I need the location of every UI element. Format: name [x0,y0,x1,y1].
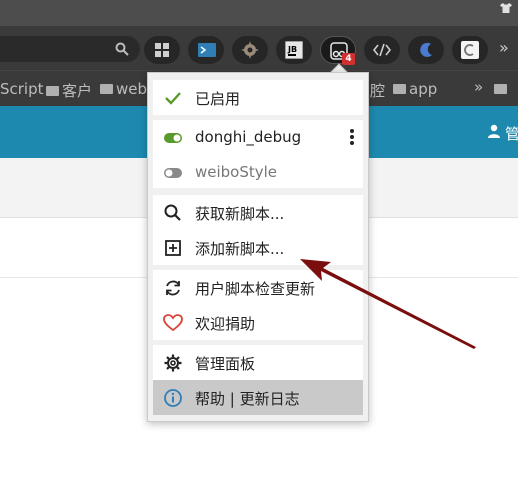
annotation-arrow [300,259,476,349]
